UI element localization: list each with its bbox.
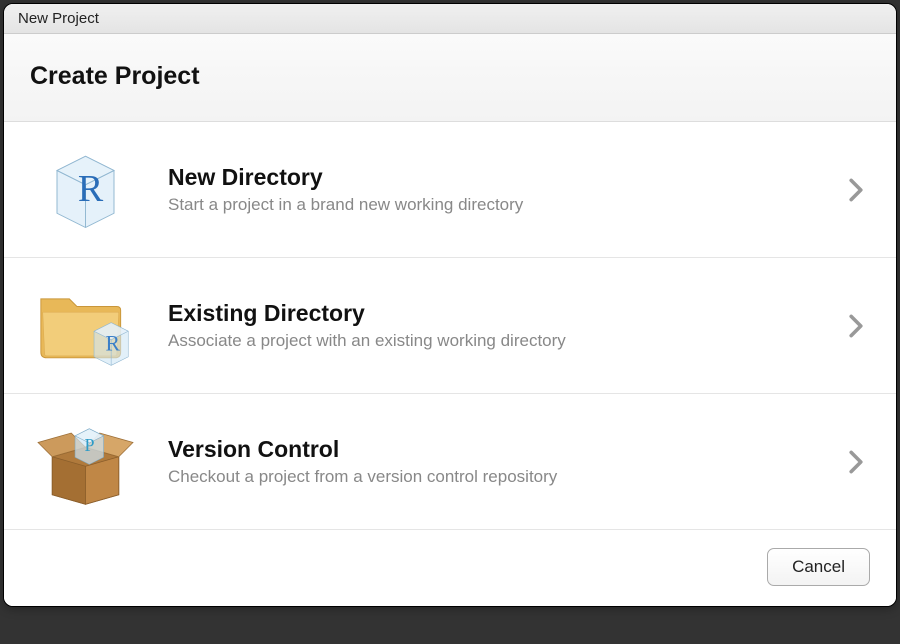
option-version-control[interactable]: P Version Control Checkout a project fro… <box>4 394 896 530</box>
page-title: Create Project <box>30 62 870 91</box>
chevron-right-icon <box>842 448 870 476</box>
cancel-button[interactable]: Cancel <box>767 548 870 586</box>
option-title: Existing Directory <box>168 300 842 327</box>
option-existing-directory[interactable]: R Existing Directory Associate a project… <box>4 258 896 394</box>
dialog-titlebar: New Project <box>4 4 896 34</box>
box-cube-icon: P <box>30 414 140 509</box>
option-text: New Directory Start a project in a brand… <box>168 164 842 215</box>
svg-text:R: R <box>77 168 103 210</box>
svg-text:R: R <box>105 332 120 356</box>
svg-text:P: P <box>84 435 94 455</box>
project-type-list: R New Directory Start a project in a bra… <box>4 122 896 530</box>
r-cube-icon: R <box>30 142 140 237</box>
option-desc: Checkout a project from a version contro… <box>168 467 842 487</box>
option-title: Version Control <box>168 436 842 463</box>
option-text: Version Control Checkout a project from … <box>168 436 842 487</box>
dialog-header: Create Project <box>4 34 896 122</box>
new-project-dialog: New Project Create Project R New Directo… <box>3 3 897 607</box>
option-title: New Directory <box>168 164 842 191</box>
folder-r-cube-icon: R <box>30 278 140 373</box>
chevron-right-icon <box>842 312 870 340</box>
option-desc: Associate a project with an existing wor… <box>168 331 842 351</box>
dialog-footer: Cancel <box>4 530 896 606</box>
dialog-title: New Project <box>18 10 99 27</box>
option-new-directory[interactable]: R New Directory Start a project in a bra… <box>4 122 896 258</box>
option-desc: Start a project in a brand new working d… <box>168 195 842 215</box>
chevron-right-icon <box>842 176 870 204</box>
option-text: Existing Directory Associate a project w… <box>168 300 842 351</box>
